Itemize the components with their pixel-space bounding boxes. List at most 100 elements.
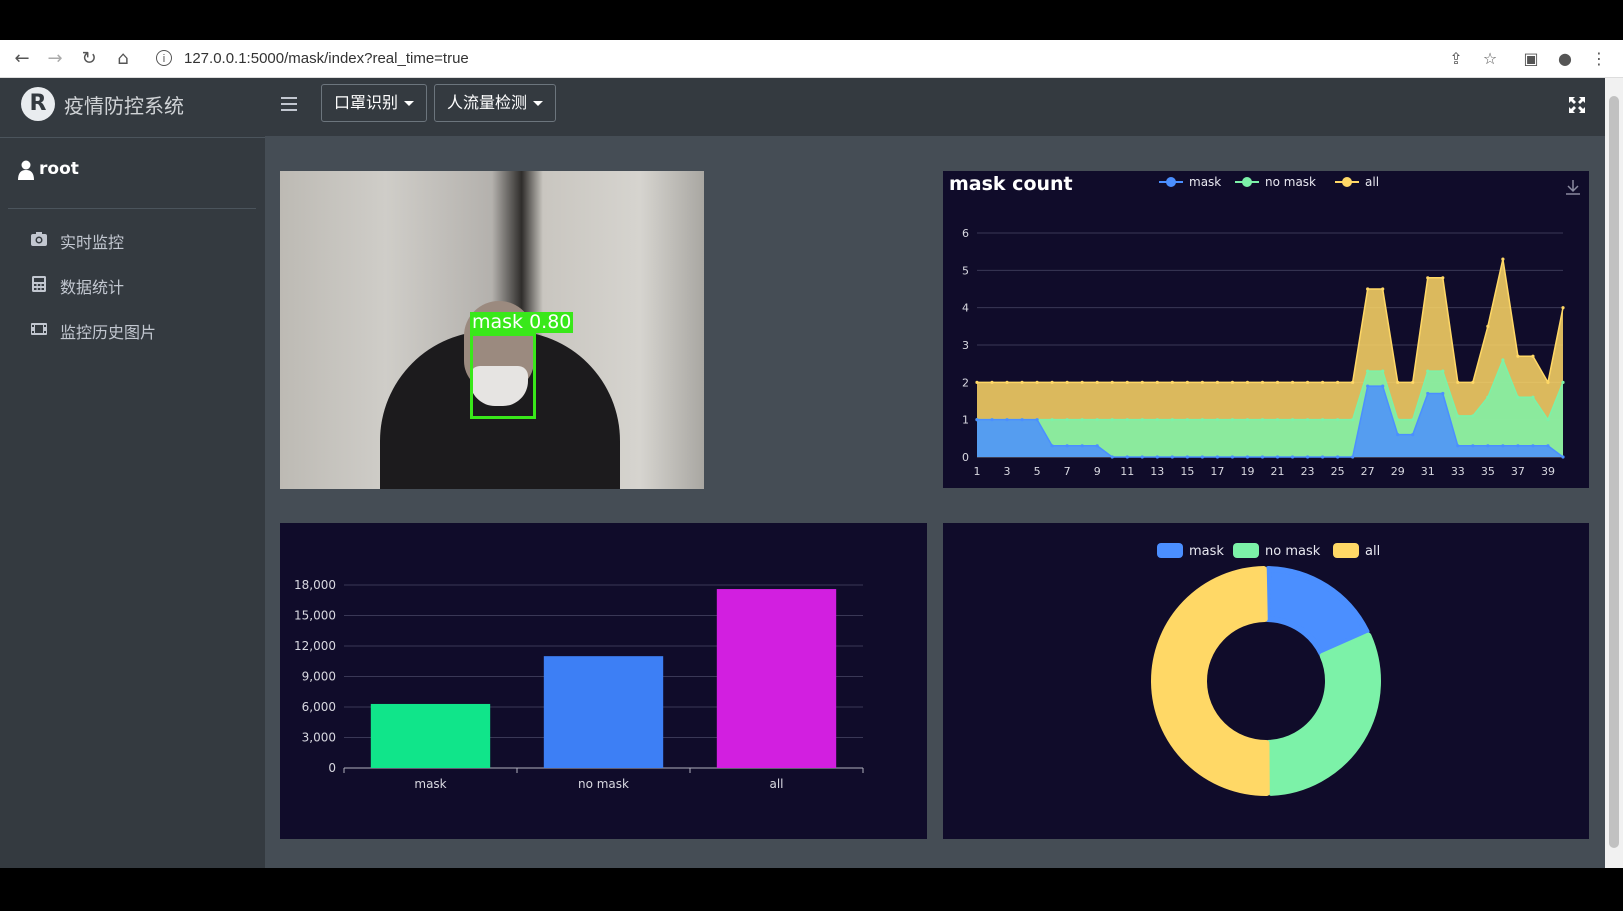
sidebar-item-statistics[interactable]: 数据统计 bbox=[18, 263, 258, 308]
x-category-label: all bbox=[769, 777, 783, 791]
sidebar-item-realtime-monitor[interactable]: 实时监控 bbox=[18, 218, 258, 263]
data-point bbox=[1351, 455, 1355, 459]
data-point bbox=[1531, 354, 1535, 358]
data-point bbox=[1471, 444, 1475, 448]
download-icon[interactable] bbox=[1566, 180, 1580, 195]
dropdown-label: 人流量检测 bbox=[447, 93, 528, 112]
brand-logo-icon: R bbox=[21, 87, 55, 121]
sidebar-nav: 实时监控 数据统计 监控历史图片 bbox=[18, 218, 258, 353]
legend-label: no mask bbox=[1265, 175, 1316, 189]
data-point bbox=[1441, 369, 1445, 373]
donut-chart-panel: mask no mask all bbox=[943, 523, 1589, 839]
sidebar-item-label: 监控历史图片 bbox=[60, 323, 157, 342]
x-tick-label: 11 bbox=[1120, 465, 1134, 478]
legend-label: mask bbox=[1189, 544, 1224, 559]
data-point bbox=[1080, 418, 1084, 422]
film-icon bbox=[31, 323, 47, 335]
data-point bbox=[1411, 418, 1415, 422]
star-icon[interactable]: ☆ bbox=[1478, 47, 1502, 71]
mask-count-chart: 01234561 3 5 7 9 11 13 15 17 19 21 23 25 27 29 31 33 35 37… bbox=[962, 175, 1580, 478]
data-point bbox=[1471, 380, 1475, 384]
data-point bbox=[1290, 418, 1295, 422]
data-point bbox=[1486, 444, 1490, 448]
x-tick-label: 19 bbox=[1240, 465, 1254, 478]
data-point bbox=[1110, 455, 1114, 459]
data-point bbox=[1230, 380, 1235, 384]
data-point bbox=[1486, 324, 1490, 328]
data-point bbox=[975, 418, 979, 422]
sidebar-item-label: 实时监控 bbox=[60, 233, 125, 252]
data-point bbox=[1020, 418, 1024, 422]
data-point bbox=[1005, 418, 1009, 422]
reload-icon[interactable]: ↻ bbox=[77, 47, 101, 71]
user-panel[interactable]: root bbox=[8, 138, 256, 209]
dropdown-mask-recognition[interactable]: 口罩识别 bbox=[321, 84, 428, 122]
hamburger-menu-icon[interactable] bbox=[281, 97, 297, 111]
data-point bbox=[1426, 276, 1430, 280]
y-tick-label: 5 bbox=[962, 264, 969, 277]
share-icon[interactable]: ⇪ bbox=[1444, 47, 1468, 71]
data-point bbox=[1381, 287, 1385, 291]
brand-title: 疫情防控系统 bbox=[64, 94, 184, 118]
dropdown-crowd-detection[interactable]: 人流量检测 bbox=[434, 84, 557, 122]
legend-label: mask bbox=[1189, 175, 1221, 189]
data-point bbox=[1411, 380, 1415, 384]
side-panel-icon[interactable]: ▣ bbox=[1519, 47, 1543, 71]
x-tick-label: 39 bbox=[1541, 465, 1555, 478]
data-point bbox=[1170, 455, 1174, 459]
fullscreen-expand-icon[interactable] bbox=[1568, 96, 1586, 114]
data-point bbox=[1546, 380, 1550, 384]
legend-marker bbox=[1233, 543, 1259, 558]
data-point bbox=[1215, 380, 1220, 384]
data-point bbox=[1486, 395, 1490, 399]
bottom-letterbox bbox=[0, 868, 1623, 911]
data-point bbox=[1110, 418, 1114, 422]
y-tick-label: 12,000 bbox=[294, 639, 336, 653]
data-point bbox=[1155, 380, 1159, 384]
data-point bbox=[1215, 418, 1220, 422]
data-point bbox=[1260, 380, 1265, 384]
data-point bbox=[1095, 380, 1099, 384]
profile-icon[interactable]: ● bbox=[1553, 47, 1577, 71]
home-icon[interactable]: ⌂ bbox=[111, 47, 135, 71]
data-point bbox=[1140, 455, 1144, 459]
data-point bbox=[1245, 455, 1250, 459]
slice-no-mask bbox=[1265, 632, 1381, 796]
data-point bbox=[1305, 455, 1310, 459]
data-point bbox=[1366, 384, 1370, 388]
data-point bbox=[1305, 380, 1310, 384]
data-point bbox=[1426, 391, 1430, 396]
y-tick-label: 1 bbox=[962, 414, 969, 427]
menu-kebab-icon[interactable]: ⋮ bbox=[1587, 47, 1611, 71]
site-info-icon[interactable]: i bbox=[156, 50, 172, 66]
data-point bbox=[1441, 276, 1445, 280]
sidebar-item-history-images[interactable]: 监控历史图片 bbox=[18, 308, 258, 353]
user-name: root bbox=[39, 159, 79, 179]
data-point bbox=[1366, 287, 1370, 291]
back-icon[interactable]: ← bbox=[10, 47, 34, 71]
y-tick-label: 0 bbox=[328, 761, 336, 775]
browser-toolbar: ← → ↻ ⌂ i 127.0.0.1:5000/mask/index?real… bbox=[0, 40, 1623, 78]
caret-down-icon bbox=[533, 101, 544, 106]
totals-donut-chart: mask no mask all bbox=[1151, 543, 1381, 796]
y-tick-label: 2 bbox=[962, 376, 969, 389]
data-point bbox=[1125, 380, 1129, 384]
data-point bbox=[1155, 455, 1159, 459]
data-point bbox=[1516, 395, 1520, 399]
data-point bbox=[1170, 380, 1174, 384]
data-point bbox=[1531, 444, 1535, 448]
data-point bbox=[1546, 418, 1550, 422]
series-line-all bbox=[977, 258, 1564, 385]
data-point bbox=[1170, 418, 1174, 422]
y-tick-label: 4 bbox=[962, 302, 969, 315]
address-bar[interactable]: i 127.0.0.1:5000/mask/index?real_time=tr… bbox=[150, 46, 1550, 72]
url-text: 127.0.0.1:5000/mask/index?real_time=true bbox=[184, 50, 469, 67]
brand[interactable]: R 疫情防控系统 bbox=[0, 78, 265, 138]
forward-icon[interactable]: → bbox=[43, 47, 67, 71]
data-point bbox=[1456, 444, 1460, 448]
data-point bbox=[1275, 418, 1280, 422]
data-point bbox=[1260, 418, 1265, 422]
data-point bbox=[1125, 418, 1129, 422]
page-scrollbar-thumb[interactable] bbox=[1609, 96, 1619, 848]
data-point bbox=[1185, 455, 1189, 459]
